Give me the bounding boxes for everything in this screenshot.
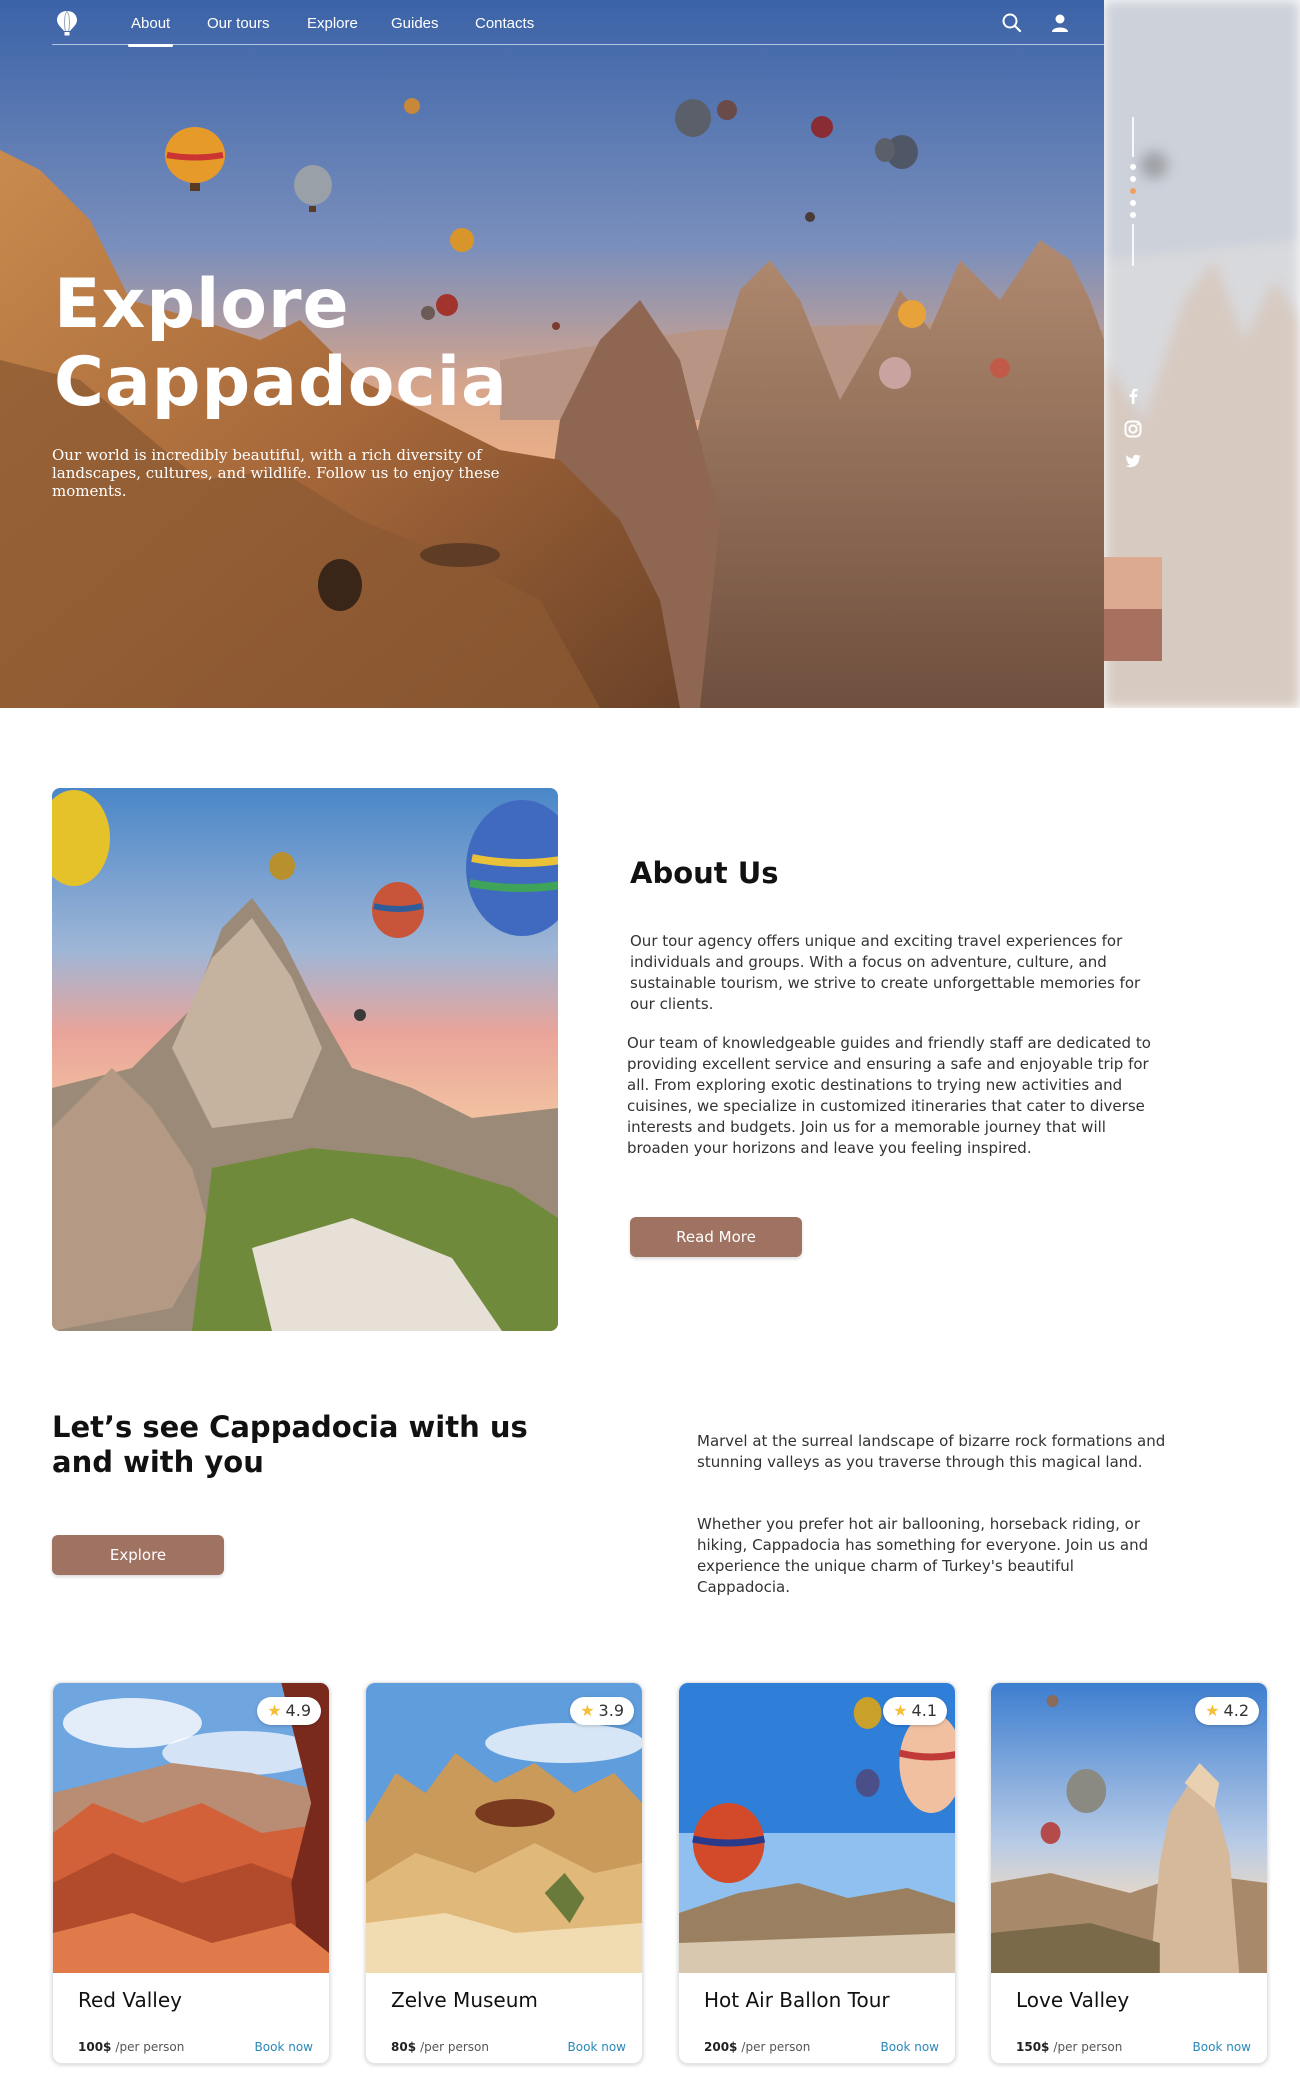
star-icon: ★ <box>267 1701 282 1720</box>
price-unit: /per person <box>420 2040 489 2054</box>
color-swatch-light[interactable] <box>1104 557 1162 609</box>
tour-title: Zelve Museum <box>391 1988 538 2012</box>
price-value: 100$ <box>78 2040 112 2054</box>
hero-title-line2: Cappadocia <box>54 343 508 422</box>
book-now-link[interactable]: Book now <box>881 2040 939 2054</box>
tour-card[interactable]: ★ 3.9 Zelve Museum 80$/per person Book no… <box>365 1682 643 2064</box>
price-unit: /per person <box>1053 2040 1123 2054</box>
tour-price: 200$/per person <box>704 2040 810 2054</box>
instagram-icon[interactable] <box>1122 418 1144 440</box>
about-title: About Us <box>630 856 779 890</box>
rating-value: 4.2 <box>1223 1701 1249 1720</box>
facebook-icon[interactable] <box>1122 385 1144 407</box>
rating-value: 4.9 <box>285 1701 311 1720</box>
twitter-icon[interactable] <box>1122 450 1144 472</box>
search-icon[interactable] <box>1001 12 1023 34</box>
price-unit: /per person <box>115 2040 185 2054</box>
user-icon[interactable] <box>1049 12 1071 34</box>
rating-badge: ★ 4.1 <box>883 1697 947 1725</box>
explore-button[interactable]: Explore <box>52 1535 224 1575</box>
tour-card[interactable]: ★ 4.1 Hot Air Ballon Tour 200$/per person… <box>678 1682 956 2064</box>
tour-title: Hot Air Ballon Tour <box>704 1988 890 2012</box>
tour-card-image <box>53 1683 329 1973</box>
about-paragraph-2: Our team of knowledgeable guides and fri… <box>627 1034 1151 1157</box>
rating-badge: ★ 3.9 <box>570 1697 634 1725</box>
nav-item-our-tours[interactable]: Our tours <box>207 15 270 32</box>
hero-title: Explore Cappadocia <box>54 266 508 422</box>
slider-dot[interactable] <box>1130 176 1136 182</box>
rating-badge: ★ 4.2 <box>1195 1697 1259 1725</box>
tour-card-image <box>991 1683 1267 1973</box>
tour-title: Red Valley <box>78 1988 182 2012</box>
tour-card[interactable]: ★ 4.2 Love Valley 150$/per person Book no… <box>990 1682 1268 2064</box>
book-now-link[interactable]: Book now <box>255 2040 313 2054</box>
hero-section: About Our tours Explore Guides Contacts … <box>0 0 1300 708</box>
slider-track-bottom <box>1132 224 1134 266</box>
rating-value: 3.9 <box>598 1701 624 1720</box>
book-now-link[interactable]: Book now <box>568 2040 626 2054</box>
nav-item-about[interactable]: About <box>127 15 174 47</box>
nav-divider <box>52 44 1104 45</box>
book-now-link[interactable]: Book now <box>1193 2040 1251 2054</box>
star-icon: ★ <box>893 1701 908 1720</box>
price-unit: /per person <box>741 2040 811 2054</box>
rating-badge: ★ 4.9 <box>257 1697 321 1725</box>
color-swatch-dark[interactable] <box>1104 609 1162 661</box>
about-paragraph-1: Our tour agency offers unique and exciti… <box>630 932 1141 1013</box>
about-image <box>52 788 558 1331</box>
tour-title: Love Valley <box>1016 1988 1130 2012</box>
star-icon: ★ <box>1205 1701 1220 1720</box>
slider-dot-active[interactable] <box>1130 188 1136 194</box>
star-icon: ★ <box>580 1701 595 1720</box>
lets-see-paragraph-1: Marvel at the surreal landscape of bizar… <box>697 1432 1166 1471</box>
hero-subtitle: Our world is incredibly beautiful, with … <box>52 446 500 500</box>
tour-card-image <box>366 1683 642 1973</box>
slider-dot[interactable] <box>1130 164 1136 170</box>
balloon-logo-icon[interactable] <box>56 10 78 36</box>
rating-value: 4.1 <box>911 1701 937 1720</box>
slider-dot[interactable] <box>1130 200 1136 206</box>
nav-item-explore[interactable]: Explore <box>307 15 358 32</box>
slider-track-top <box>1132 117 1134 157</box>
tour-price: 100$/per person <box>78 2040 184 2054</box>
price-value: 200$ <box>704 2040 738 2054</box>
lets-see-title: Let’s see Cappadocia with us and with yo… <box>52 1410 528 1479</box>
tour-price: 80$/per person <box>391 2040 489 2054</box>
nav-item-guides[interactable]: Guides <box>391 15 439 32</box>
top-nav: About Our tours Explore Guides Contacts <box>0 0 1104 47</box>
tour-card[interactable]: ★ 4.9 Red Valley 100$/per person Book now <box>52 1682 330 2064</box>
slider-dot[interactable] <box>1130 212 1136 218</box>
hero-title-line1: Explore <box>54 265 350 344</box>
price-value: 150$ <box>1016 2040 1050 2054</box>
tour-card-image <box>679 1683 955 1973</box>
read-more-button[interactable]: Read More <box>630 1217 802 1257</box>
nav-item-contacts[interactable]: Contacts <box>475 15 534 32</box>
tour-price: 150$/per person <box>1016 2040 1122 2054</box>
price-value: 80$ <box>391 2040 417 2054</box>
lets-see-paragraph-2: Whether you prefer hot air ballooning, h… <box>697 1515 1149 1596</box>
